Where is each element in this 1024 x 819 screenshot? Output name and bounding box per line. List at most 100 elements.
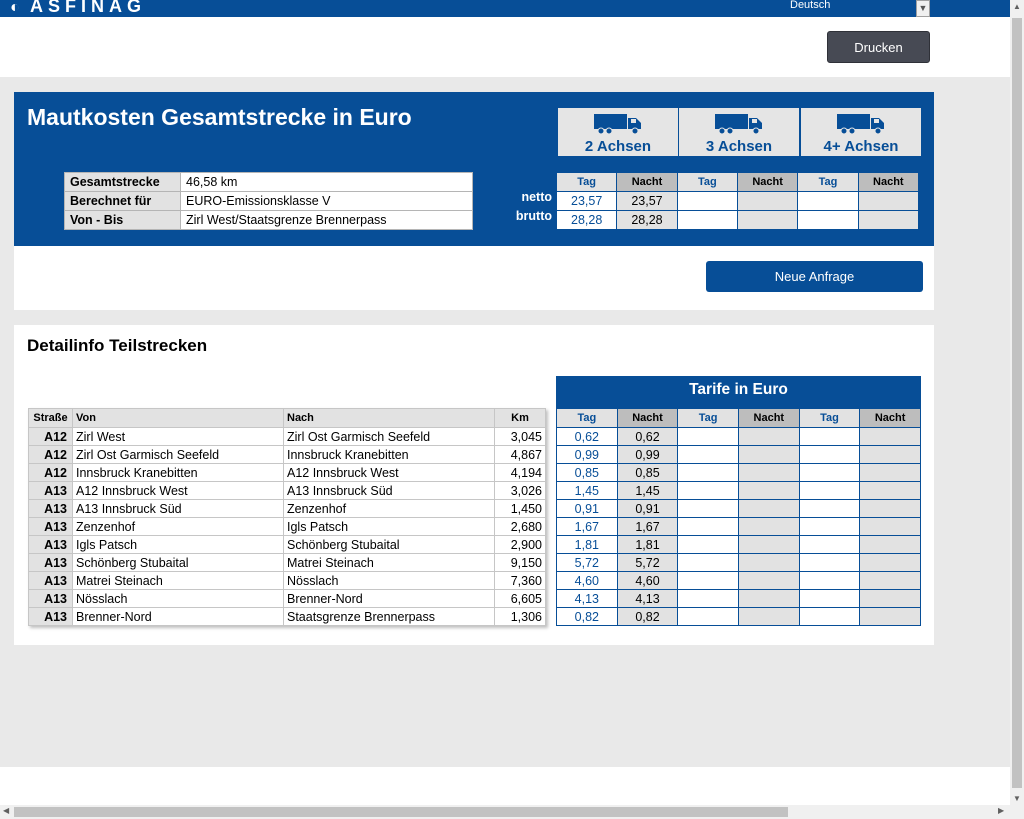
tarif-cell: [737, 535, 800, 554]
tarif-row: 0,85 0,85: [556, 463, 921, 482]
tarif-cell: 1,81: [556, 535, 618, 554]
tarif-cell: [859, 517, 921, 536]
tarif-cell: [737, 427, 800, 446]
brutto-value: [857, 210, 920, 230]
col-km: Km: [494, 408, 546, 428]
tarif-cell: 4,60: [556, 571, 618, 590]
table-row: A13 Matrei Steinach Nösslach 7,360: [28, 571, 546, 590]
tarif-header: Tarife in Euro: [556, 376, 921, 408]
tarif-cell: 1,67: [556, 517, 618, 536]
scroll-left-icon[interactable]: ◀: [3, 806, 9, 815]
print-button[interactable]: Drucken: [827, 31, 930, 63]
scroll-up-icon[interactable]: ▲: [1013, 2, 1021, 11]
chevron-down-icon[interactable]: ▼: [916, 0, 930, 17]
tarif-cell: [677, 463, 739, 482]
table-row: A12 Zirl Ost Garmisch Seefeld Innsbruck Kr…: [28, 445, 546, 464]
scroll-right-icon[interactable]: ▶: [998, 806, 1004, 815]
tarif-cell: 4,13: [556, 589, 618, 608]
tarif-cell: [859, 589, 921, 608]
summary-value: Zirl West/Staatsgrenze Brennerpass: [180, 210, 473, 230]
tarif-cell: [798, 427, 861, 446]
table-row: A12 Innsbruck Kranebitten A12 Innsbruck We…: [28, 463, 546, 482]
from-cell: Innsbruck Kranebitten: [72, 463, 284, 482]
col-from: Von: [72, 408, 284, 428]
horizontal-scrollbar[interactable]: ◀ ▶: [0, 805, 1024, 819]
detail-card: Detailinfo Teilstrecken Straße Von Nach …: [14, 325, 934, 645]
tarif-cell: [859, 499, 921, 518]
tarif-cell: 0,99: [556, 445, 618, 464]
to-cell: Matrei Steinach: [283, 553, 495, 572]
tarif-cell: [859, 553, 921, 572]
truck-icon: [801, 112, 921, 136]
tarif-row: 1,45 1,45: [556, 481, 921, 500]
tarif-cell: 1,45: [616, 481, 679, 500]
horizontal-scroll-thumb[interactable]: [14, 807, 788, 817]
tarif-cell: 0,85: [616, 463, 679, 482]
tarif-cell: 0,82: [556, 607, 618, 626]
from-cell: Brenner-Nord: [72, 607, 284, 626]
tarif-cell: 5,72: [556, 553, 618, 572]
axle-option-3[interactable]: 3 Achsen: [678, 107, 800, 157]
col-to: Nach: [283, 408, 495, 428]
axle-option-2[interactable]: 2 Achsen: [557, 107, 679, 157]
rates-header-row: Tag Nacht Tag Nacht Tag Nacht: [555, 172, 920, 192]
col-nacht: Nacht: [616, 172, 678, 192]
col-tag: Tag: [797, 172, 859, 192]
page-title: Mautkosten Gesamtstrecke in Euro: [27, 104, 412, 130]
language-select[interactable]: Deutsch ▼: [780, 0, 930, 17]
tarif-cell: [798, 571, 861, 590]
netto-value: 23,57: [616, 191, 678, 211]
netto-label: netto: [521, 190, 552, 204]
road-cell: A13: [28, 607, 73, 626]
tarif-cell: [737, 517, 800, 536]
netto-value: [676, 191, 738, 211]
table-row: A13 Igls Patsch Schönberg Stubaital 2,900: [28, 535, 546, 554]
tarif-cell: [798, 463, 861, 482]
col-tag: Tag: [676, 172, 738, 192]
tarif-cell: 0,91: [616, 499, 679, 518]
tarif-cell: [677, 481, 739, 500]
tarif-cell: 0,82: [616, 607, 679, 626]
tarif-cell: 1,81: [616, 535, 679, 554]
segment-rates-grid: Tag Nacht Tag Nacht Tag Nacht 0,62 0,62 0,99 0,99…: [556, 408, 921, 626]
from-cell: A12 Innsbruck West: [72, 481, 284, 500]
tarif-cell: [859, 481, 921, 500]
vertical-scrollbar[interactable]: ▲ ▼: [1010, 0, 1024, 805]
table-row: A13 A12 Innsbruck West A13 Innsbruck Süd 3,…: [28, 481, 546, 500]
to-cell: Zenzenhof: [283, 499, 495, 518]
tarif-cell: [677, 445, 739, 464]
asfinag-logo[interactable]: ◐ ASFINAG: [10, 0, 146, 17]
road-cell: A13: [28, 535, 73, 554]
brutto-value: [676, 210, 738, 230]
tarif-cell: [677, 427, 739, 446]
from-cell: Matrei Steinach: [72, 571, 284, 590]
netto-value: [797, 191, 859, 211]
tarif-cell: [798, 481, 861, 500]
table-row: A12 Zirl West Zirl Ost Garmisch Seefeld 3,0…: [28, 427, 546, 446]
route-summary-table: Gesamtstrecke 46,58 km Berechnet für EURO-E…: [64, 172, 473, 230]
to-cell: Nösslach: [283, 571, 495, 590]
tarif-cell: 0,85: [556, 463, 618, 482]
summary-row: Von - Bis Zirl West/Staatsgrenze Brennerp…: [64, 210, 473, 230]
logo-swirl-icon: ◐: [10, 0, 20, 16]
tarif-cell: 0,62: [556, 427, 618, 446]
tarif-row: 0,99 0,99: [556, 445, 921, 464]
table-row: A13 Zenzenhof Igls Patsch 2,680: [28, 517, 546, 536]
scroll-down-icon[interactable]: ▼: [1013, 794, 1021, 803]
tarif-cell: [677, 571, 739, 590]
tarif-cell: [859, 571, 921, 590]
from-cell: Schönberg Stubaital: [72, 553, 284, 572]
axle-label: 2 Achsen: [584, 138, 652, 155]
col-nacht: Nacht: [857, 172, 920, 192]
tarif-cell: [798, 589, 861, 608]
table-row: A13 Nösslach Brenner-Nord 6,605: [28, 589, 546, 608]
truck-icon: [679, 112, 799, 136]
netto-value: [857, 191, 920, 211]
summary-row: Gesamtstrecke 46,58 km: [64, 172, 473, 192]
road-cell: A12: [28, 445, 73, 464]
new-request-button[interactable]: Neue Anfrage: [706, 261, 923, 292]
vertical-scroll-thumb[interactable]: [1012, 18, 1022, 788]
tarif-cell: [737, 607, 800, 626]
brutto-value: [736, 210, 799, 230]
axle-option-4[interactable]: 4+ Achsen: [800, 107, 922, 157]
